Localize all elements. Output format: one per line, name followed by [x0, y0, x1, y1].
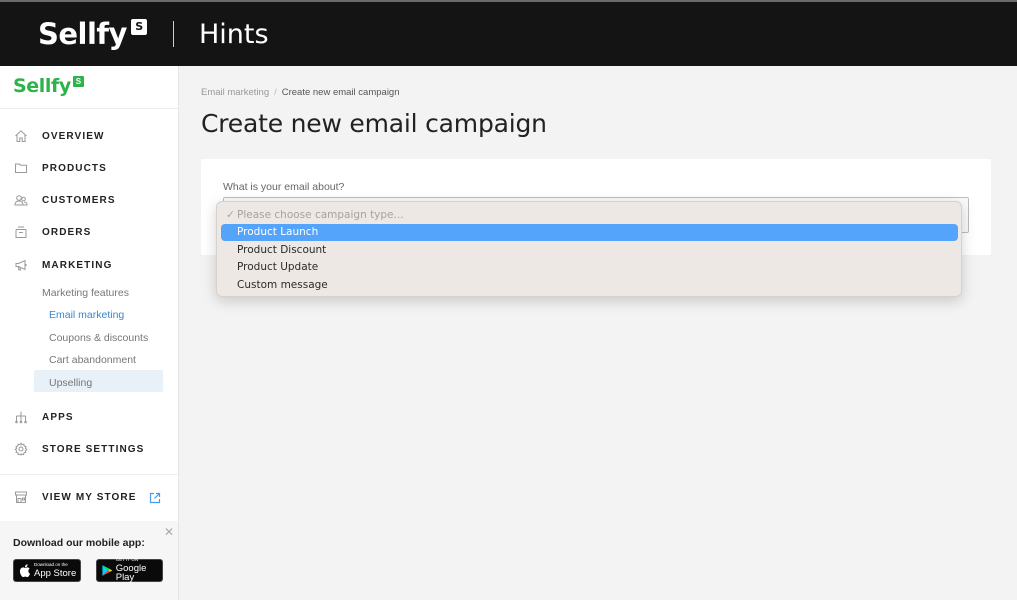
page-title: Create new email campaign	[201, 109, 547, 138]
nav-label: ORDERS	[42, 226, 92, 238]
nav-label: PRODUCTS	[42, 162, 107, 174]
nav-label: STORE SETTINGS	[42, 443, 145, 455]
sidebar-item-apps[interactable]: APPS	[0, 405, 178, 429]
mobile-app-promo: ✕ Download our mobile app: Download on t…	[0, 521, 178, 600]
nav-label: CUSTOMERS	[42, 194, 116, 206]
breadcrumb-current: Create new email campaign	[281, 87, 400, 98]
nav-label: VIEW MY STORE	[42, 491, 137, 503]
brand-badge: S	[72, 76, 84, 87]
dropdown-option-custom-message[interactable]: Custom message	[221, 277, 958, 294]
submenu-item-cart-abandonment[interactable]: Cart abandonment	[49, 354, 136, 366]
nav-label: APPS	[42, 411, 74, 423]
app-store-label: App Store	[34, 567, 77, 579]
campaign-type-label: What is your email about?	[223, 181, 345, 193]
page-header-title: Hints	[198, 18, 269, 50]
sidebar-item-orders[interactable]: ORDERS	[0, 220, 178, 244]
apple-icon	[19, 564, 31, 577]
checkmark-icon: ✓	[226, 209, 235, 221]
submenu-item-coupons-discounts[interactable]: Coupons & discounts	[49, 332, 148, 344]
sidebar-item-products[interactable]: PRODUCTS	[0, 156, 178, 180]
dropdown-option-product-launch[interactable]: Product Launch	[221, 224, 958, 241]
divider	[172, 21, 174, 47]
sidebar-item-store-settings[interactable]: STORE SETTINGS	[0, 437, 178, 461]
breadcrumb: Email marketing / Create new email campaig…	[201, 87, 400, 98]
submenu-header: Marketing features	[42, 287, 129, 299]
top-bar: Sellfy S Hints	[0, 0, 1017, 66]
folder-icon	[14, 161, 28, 175]
google-play-icon	[102, 565, 113, 576]
campaign-type-dropdown: ✓ Please choose campaign type... Product …	[216, 201, 962, 297]
basket-icon	[14, 225, 28, 239]
sellfy-logo: Sellfy S	[38, 17, 147, 51]
gear-icon	[14, 442, 28, 456]
brand-name: Sellfy	[13, 75, 71, 97]
users-icon	[14, 193, 28, 207]
close-icon[interactable]: ✕	[164, 525, 174, 539]
submenu-item-upselling[interactable]: Upselling	[49, 377, 92, 389]
storefront-icon	[14, 490, 28, 504]
sidebar-item-marketing[interactable]: MARKETING	[0, 253, 178, 277]
megaphone-icon	[14, 258, 28, 272]
brand-name: Sellfy	[38, 17, 127, 51]
breadcrumb-parent-link[interactable]: Email marketing	[201, 87, 269, 98]
google-play-label: Google Play	[115, 562, 147, 584]
sidebar-item-customers[interactable]: CUSTOMERS	[0, 188, 178, 212]
placeholder-text: Please choose campaign type...	[237, 209, 404, 221]
main-content: Email marketing / Create new email campaig…	[180, 66, 1017, 600]
apps-icon	[14, 410, 28, 424]
sidebar: Sellfy S OVERVIEW PRODUCTS CUSTOMERS ORD…	[0, 66, 179, 600]
mobile-app-title: Download our mobile app:	[13, 537, 145, 549]
sidebar-item-view-my-store[interactable]: VIEW MY STORE	[0, 485, 178, 509]
sidebar-divider	[0, 474, 178, 475]
google-play-button[interactable]: GET IT ON Google Play	[96, 558, 163, 584]
breadcrumb-separator: /	[274, 87, 277, 98]
home-icon	[14, 129, 28, 143]
dropdown-option-placeholder[interactable]: ✓ Please choose campaign type...	[221, 207, 958, 224]
app-store-small-text: Download on the	[34, 562, 68, 567]
external-link-icon[interactable]	[149, 491, 161, 504]
dropdown-option-product-discount[interactable]: Product Discount	[221, 242, 958, 259]
brand-badge: S	[130, 19, 147, 35]
nav-label: MARKETING	[42, 259, 113, 271]
app-store-button[interactable]: Download on the App Store	[13, 559, 81, 582]
sidebar-logo[interactable]: Sellfy S	[0, 66, 178, 109]
nav-label: OVERVIEW	[42, 130, 105, 142]
dropdown-option-product-update[interactable]: Product Update	[221, 259, 958, 276]
sidebar-item-overview[interactable]: OVERVIEW	[0, 124, 178, 148]
submenu-item-email-marketing[interactable]: Email marketing	[49, 309, 124, 321]
